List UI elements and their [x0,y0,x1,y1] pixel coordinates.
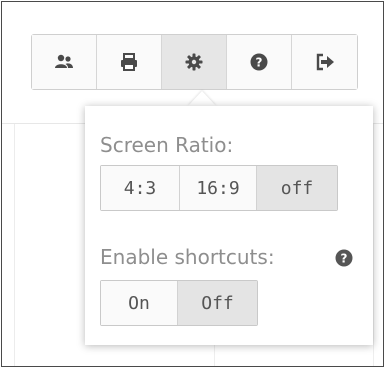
settings-button[interactable] [162,35,227,89]
question-circle-icon[interactable]: ? [335,249,353,267]
shortcuts-off-button[interactable]: Off [178,281,257,325]
toolbar: ? [31,34,358,90]
users-icon [54,54,74,70]
help-icon: ? [250,53,268,71]
print-button[interactable] [97,35,162,89]
screen-ratio-label: Screen Ratio: [100,133,234,157]
svg-text:?: ? [256,56,263,70]
screen-ratio-selector: 4:3 16:9 off [100,165,338,211]
shortcuts-on-button[interactable]: On [101,281,178,325]
settings-popover: Screen Ratio: 4:3 16:9 off Enable shortc… [85,106,373,345]
help-button[interactable]: ? [227,35,292,89]
shortcuts-toggle: On Off [100,280,258,326]
logout-button[interactable] [292,35,357,89]
printer-icon [120,53,138,71]
users-button[interactable] [32,35,97,89]
sign-out-icon [315,53,335,71]
gear-icon [185,53,203,71]
background-grid-line [14,124,15,366]
shortcuts-label: Enable shortcuts: [100,245,275,269]
popover-arrow [188,91,216,106]
ratio-option-16-9[interactable]: 16:9 [180,166,257,210]
svg-text:?: ? [341,252,348,266]
background-grid-line [373,124,374,366]
ratio-option-4-3[interactable]: 4:3 [101,166,180,210]
ratio-option-off[interactable]: off [257,166,337,210]
app-window: ? Screen Ratio: 4:3 16:9 off Enable shor… [1,1,384,367]
